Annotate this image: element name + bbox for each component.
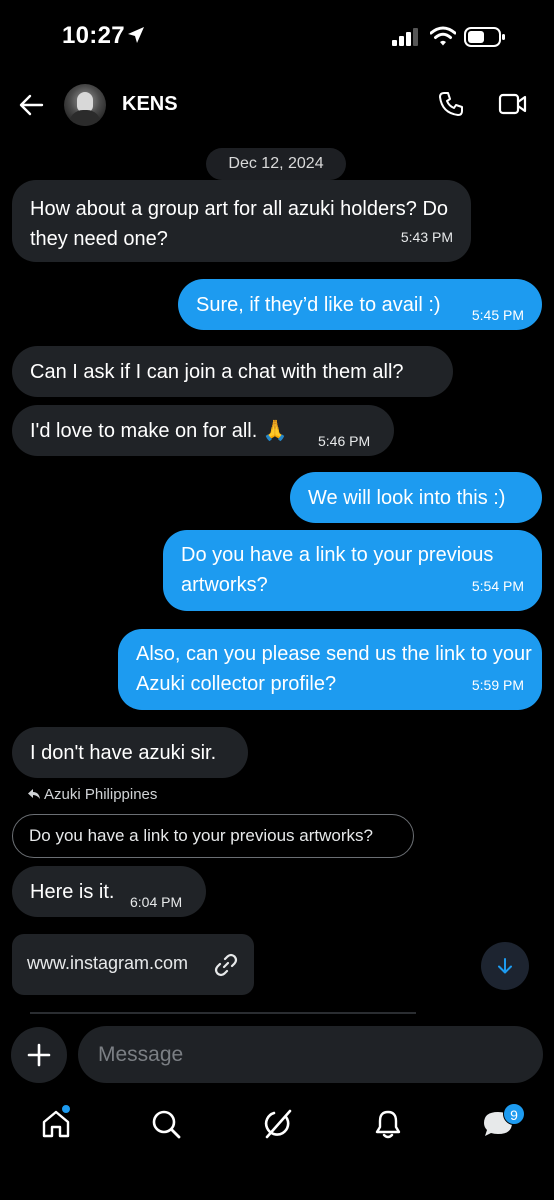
date-separator: Dec 12, 2024 [206, 148, 346, 180]
avatar[interactable] [64, 84, 106, 126]
notifications-bell-icon[interactable] [372, 1108, 404, 1140]
message-timestamp: 5:43 PM [400, 229, 453, 245]
reply-context: Azuki Philippines [28, 786, 157, 803]
link-url[interactable]: www.instagram.com [27, 953, 188, 974]
scroll-to-bottom-button[interactable] [481, 942, 529, 990]
status-bar: 10:27 [0, 0, 554, 72]
add-attachment-button[interactable] [11, 1027, 67, 1083]
grok-icon[interactable] [262, 1108, 294, 1140]
search-icon[interactable] [150, 1108, 182, 1140]
quoted-message[interactable]: Do you have a link to your previous artw… [12, 814, 414, 858]
divider [30, 1012, 416, 1014]
message-bubble-incoming[interactable]: I'd love to make on for all. 🙏 5:46 PM [12, 405, 394, 456]
message-timestamp: 6:04 PM [130, 894, 183, 910]
message-bubble-incoming[interactable]: I don't have azuki sir. [12, 727, 248, 778]
wifi-icon [430, 26, 456, 46]
contact-name[interactable]: KENS [122, 93, 178, 116]
reply-arrow-icon [28, 789, 40, 799]
video-call-icon[interactable] [498, 92, 528, 116]
avatar-face [77, 92, 93, 112]
home-unread-dot [61, 1104, 71, 1114]
message-bubble-incoming[interactable]: Here is it. 6:04 PM [12, 866, 206, 917]
message-text: Sure, if they’d like to avail :) [196, 294, 441, 316]
message-bubble-outgoing[interactable]: We will look into this :) [290, 472, 542, 523]
chat-header: KENS [0, 78, 554, 134]
message-text: Here is it. [30, 881, 115, 903]
message-timestamp: 5:54 PM [471, 578, 524, 594]
message-bubble-outgoing[interactable]: Do you have a link to your previous artw… [163, 530, 542, 611]
message-bubble-incoming[interactable]: How about a group art for all azuki hold… [12, 180, 471, 262]
message-text: We will look into this :) [308, 487, 506, 509]
bottom-nav [0, 1098, 554, 1158]
message-timestamp: 5:59 PM [471, 677, 524, 693]
message-text: I don't have azuki sir. [30, 742, 217, 764]
message-text: Can I ask if I can join a chat with them… [30, 361, 404, 383]
avatar-body [69, 110, 101, 126]
message-bubble-outgoing[interactable]: Sure, if they’d like to avail :) 5:45 PM [178, 279, 542, 330]
cellular-signal-icon [392, 28, 418, 46]
link-chain-icon [214, 953, 238, 977]
messages-badge: 9 [503, 1103, 525, 1125]
message-bubble-incoming[interactable]: Can I ask if I can join a chat with them… [12, 346, 453, 397]
message-timestamp: 5:46 PM [318, 433, 371, 449]
message-bubble-outgoing[interactable]: Also, can you please send us the link to… [118, 629, 542, 710]
link-preview-card[interactable]: www.instagram.com [12, 934, 254, 995]
phone-call-icon[interactable] [438, 91, 464, 117]
message-text: How about a group art for all azuki hold… [30, 198, 449, 250]
message-timestamp: 5:45 PM [471, 307, 524, 323]
reply-label-text: Azuki Philippines [44, 786, 158, 803]
back-arrow-icon[interactable] [18, 92, 44, 118]
battery-icon [464, 27, 505, 47]
message-input[interactable] [78, 1026, 543, 1083]
status-time: 10:27 [62, 22, 125, 49]
message-text: I'd love to make on for all. 🙏 [30, 420, 288, 442]
location-arrow-icon [128, 27, 144, 43]
plus-icon [27, 1043, 51, 1067]
arrow-down-icon [498, 958, 512, 974]
